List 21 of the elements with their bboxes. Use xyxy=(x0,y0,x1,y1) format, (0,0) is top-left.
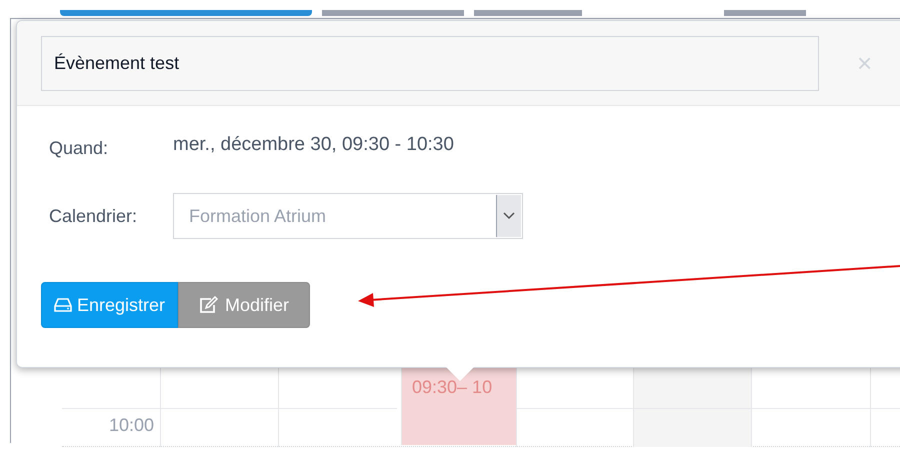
edit-icon xyxy=(199,296,220,314)
calendar-cell[interactable] xyxy=(751,408,870,447)
tab-bar[interactable] xyxy=(474,10,582,16)
edit-button[interactable]: Modifier xyxy=(178,282,310,328)
tab-bar[interactable] xyxy=(724,10,806,16)
field-label: Quand: xyxy=(49,136,110,160)
chevron-down-icon xyxy=(496,195,521,237)
save-button[interactable]: Enregistrer xyxy=(41,282,178,328)
event-block[interactable] xyxy=(401,408,516,445)
time-label: 10:00 xyxy=(108,414,154,437)
field-label: Calendrier: xyxy=(49,204,138,228)
tab-bar[interactable] xyxy=(322,10,464,16)
date-time-text: mer., décembre 30, 09:30 - 10:30 xyxy=(173,132,454,157)
calendar-cell[interactable] xyxy=(278,408,397,447)
tab-bar[interactable] xyxy=(60,10,312,16)
calendar-cell[interactable] xyxy=(870,408,900,447)
calendar-dropdown[interactable]: Formation Atrium xyxy=(173,193,523,239)
drive-icon xyxy=(54,298,72,312)
calendar-cell[interactable] xyxy=(633,408,751,447)
calendar-cell[interactable] xyxy=(160,408,278,447)
title-field[interactable]: Évènement test xyxy=(41,36,819,90)
